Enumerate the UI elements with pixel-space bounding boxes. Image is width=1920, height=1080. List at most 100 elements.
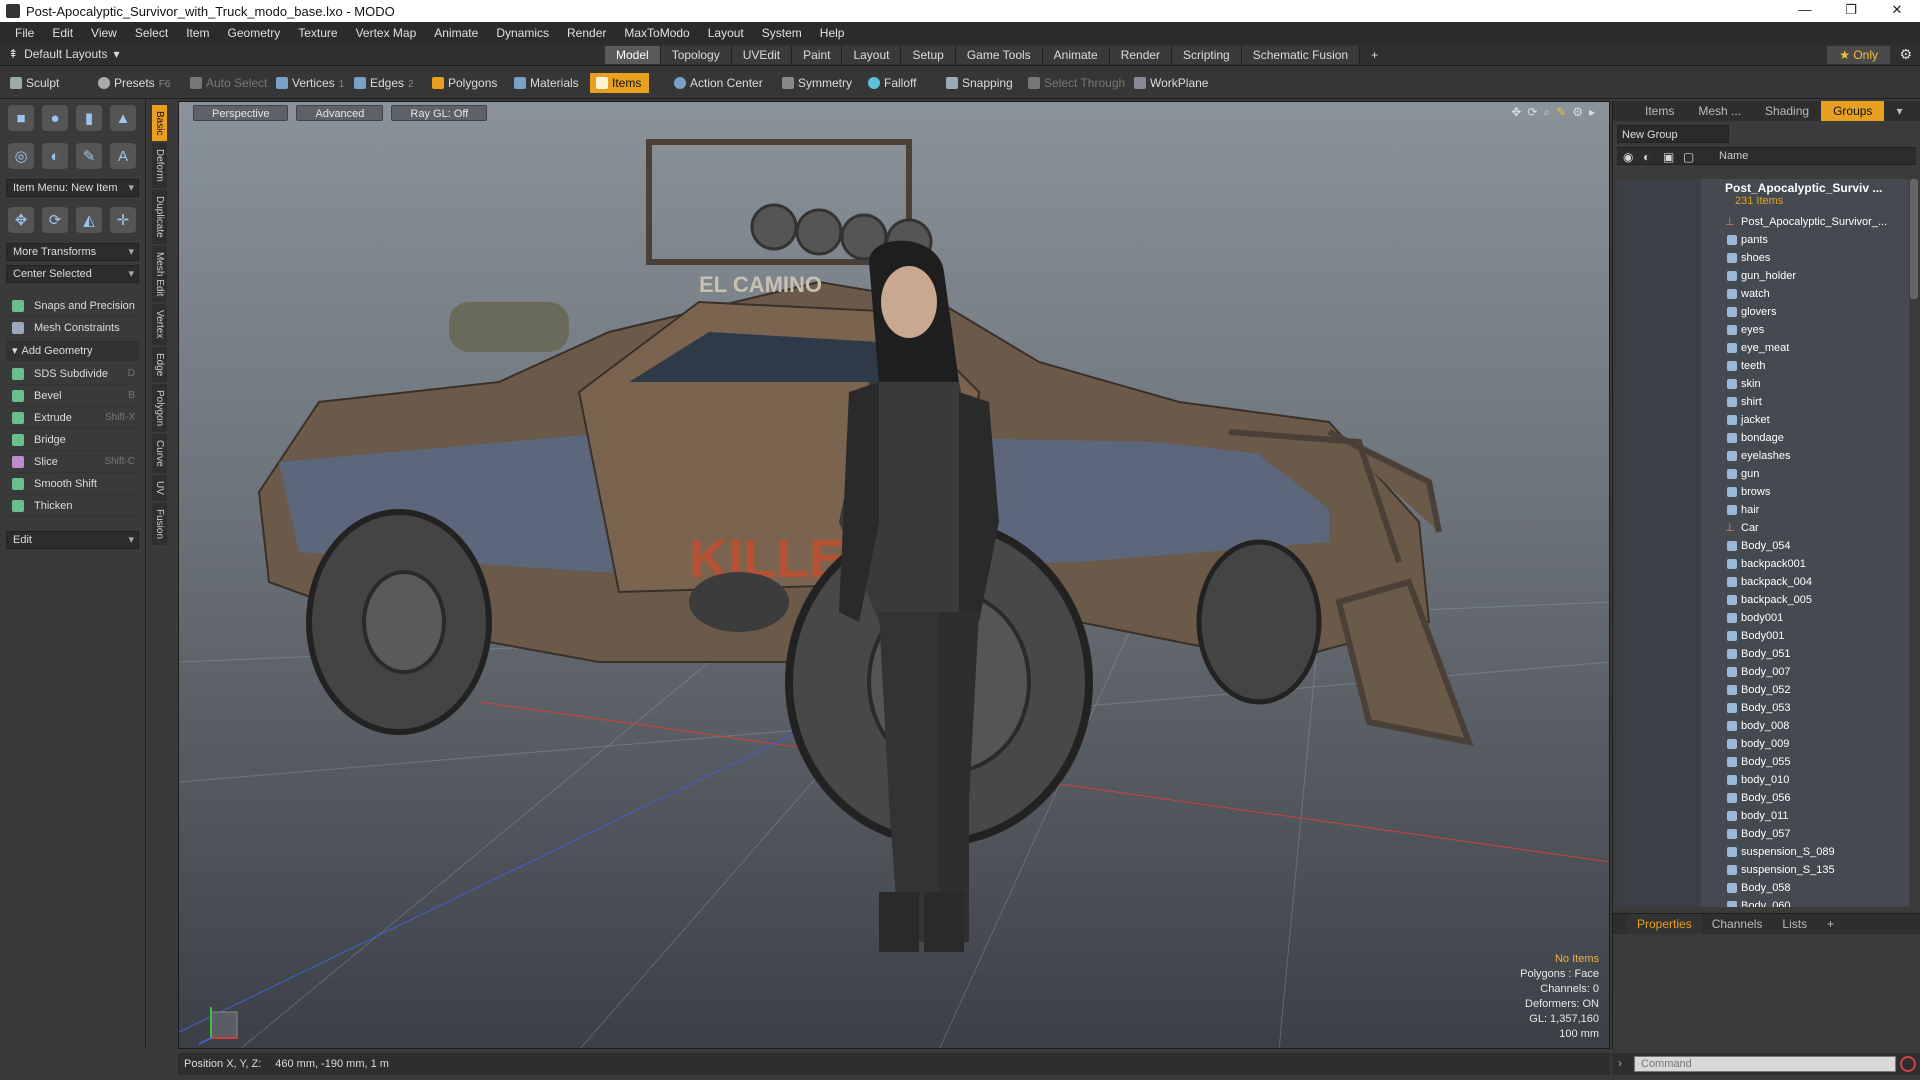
gear-icon[interactable]: ⚙ <box>1899 46 1912 63</box>
pan-icon[interactable]: ✥ <box>1511 105 1521 120</box>
list-item[interactable]: glovers <box>1617 303 1909 321</box>
tab-mesh[interactable]: Mesh ... <box>1686 101 1753 121</box>
mesh-constraints-button[interactable]: Mesh Constraints <box>6 317 139 339</box>
extrude-button[interactable]: Extrude Shift-X <box>6 407 139 429</box>
scale-icon[interactable]: ◭ <box>76 207 102 233</box>
list-item[interactable]: Body001 <box>1617 627 1909 645</box>
menu-animate[interactable]: Animate <box>425 26 487 40</box>
chevron-down-icon[interactable]: ▾ <box>1884 101 1914 121</box>
menu-file[interactable]: File <box>6 26 43 40</box>
command-input[interactable] <box>1634 1056 1896 1072</box>
list-item[interactable]: shoes <box>1617 249 1909 267</box>
vtab-edge[interactable]: Edge <box>152 346 167 383</box>
bevel-button[interactable]: Bevel B <box>6 385 139 407</box>
3d-viewport[interactable]: EL CAMINO KILLER Perspective Advanced Ra… <box>178 101 1610 1049</box>
vtab-uv[interactable]: UV <box>152 474 167 501</box>
slice-button[interactable]: Slice Shift-C <box>6 451 139 473</box>
snaps-precision-button[interactable]: Snaps and Precision <box>6 295 139 317</box>
tab-setup[interactable]: Setup <box>901 46 956 64</box>
list-item[interactable]: Body_060 <box>1617 897 1909 907</box>
list-item[interactable]: ⊥ Car <box>1617 519 1909 537</box>
auto-select-button[interactable]: Auto Select <box>184 73 275 93</box>
sculpt-button[interactable]: Sculpt <box>4 73 67 93</box>
list-item[interactable]: eyes <box>1617 321 1909 339</box>
tab-properties[interactable]: Properties <box>1627 914 1702 934</box>
menu-texture[interactable]: Texture <box>289 26 346 40</box>
tab-items[interactable]: Items <box>1633 101 1686 121</box>
list-item[interactable]: Body_007 <box>1617 663 1909 681</box>
list-item[interactable]: ⊥ Post_Apocalyptic_Survivor_... <box>1617 213 1909 231</box>
items-button[interactable]: Items <box>590 73 650 93</box>
list-item[interactable]: backpack_004 <box>1617 573 1909 591</box>
list-item[interactable]: brows <box>1617 483 1909 501</box>
maximize-button[interactable]: ❐ <box>1828 0 1874 22</box>
snapping-button[interactable]: Snapping <box>940 73 1021 93</box>
vtab-basic[interactable]: Basic <box>152 105 167 142</box>
list-item[interactable]: Body_056 <box>1617 789 1909 807</box>
center-selected-dropdown[interactable]: Center Selected <box>6 265 139 283</box>
menu-layout[interactable]: Layout <box>699 26 753 40</box>
capsule-icon[interactable]: ◐ <box>42 143 68 169</box>
vertices-button[interactable]: Vertices 1 <box>270 73 352 93</box>
menu-render[interactable]: Render <box>558 26 615 40</box>
tab-layout[interactable]: Layout <box>842 46 902 64</box>
select-through-button[interactable]: Select Through <box>1022 73 1133 93</box>
brush-icon[interactable]: ✎ <box>1556 105 1566 120</box>
gear-icon[interactable]: ⚙ <box>1572 105 1583 120</box>
thicken-button[interactable]: Thicken <box>6 495 139 517</box>
tab-uvedit[interactable]: UVEdit <box>731 46 793 64</box>
record-icon[interactable] <box>1900 1056 1916 1072</box>
vtab-deform[interactable]: Deform <box>152 143 167 189</box>
rotate-icon[interactable]: ⟳ <box>42 207 68 233</box>
list-item[interactable]: skin <box>1617 375 1909 393</box>
list-item[interactable]: watch <box>1617 285 1909 303</box>
list-item[interactable]: backpack_005 <box>1617 591 1909 609</box>
list-item[interactable]: suspension_S_089 <box>1617 843 1909 861</box>
view-mode-dropdown[interactable]: Perspective <box>193 105 289 121</box>
list-item[interactable]: gun <box>1617 465 1909 483</box>
tab-schematic-fusion[interactable]: Schematic Fusion <box>1241 46 1361 64</box>
menu-vertex-map[interactable]: Vertex Map <box>347 26 426 40</box>
list-item[interactable]: gun_holder <box>1617 267 1909 285</box>
vtab-vertex[interactable]: Vertex <box>152 304 167 345</box>
vtab-duplicate[interactable]: Duplicate <box>152 190 167 244</box>
tab-render[interactable]: Render <box>1109 46 1173 64</box>
close-button[interactable]: ✕ <box>1874 0 1920 22</box>
add-tab-button[interactable]: + <box>1817 914 1844 934</box>
new-group-button[interactable]: New Group <box>1617 125 1729 143</box>
workplane-button[interactable]: WorkPlane <box>1128 73 1216 93</box>
sds-subdivide-button[interactable]: SDS Subdivide D <box>6 363 139 385</box>
tab-model[interactable]: Model <box>605 46 661 64</box>
list-item[interactable]: Body_051 <box>1617 645 1909 663</box>
polygons-button[interactable]: Polygons <box>426 73 505 93</box>
list-item[interactable]: body_010 <box>1617 771 1909 789</box>
list-item[interactable]: eyelashes <box>1617 447 1909 465</box>
smooth-shift-button[interactable]: Smooth Shift <box>6 473 139 495</box>
bridge-button[interactable]: Bridge <box>6 429 139 451</box>
menu-select[interactable]: Select <box>126 26 177 40</box>
menu-help[interactable]: Help <box>811 26 854 40</box>
falloff-button[interactable]: Falloff <box>862 73 924 93</box>
raygl-toggle[interactable]: Ray GL: Off <box>391 105 488 121</box>
pen-icon[interactable]: ✎ <box>76 143 102 169</box>
vtab-polygon[interactable]: Polygon <box>152 384 167 433</box>
cylinder-icon[interactable]: ▮ <box>76 105 102 131</box>
menu-maxtomodo[interactable]: MaxToModo <box>615 26 698 40</box>
render-icon[interactable]: ◐ <box>1643 150 1650 164</box>
list-item[interactable]: eye_meat <box>1617 339 1909 357</box>
cone-icon[interactable]: ▲ <box>110 105 136 131</box>
select-icon[interactable]: ▢ <box>1683 150 1694 164</box>
move-icon[interactable]: ✥ <box>8 207 34 233</box>
menu-geometry[interactable]: Geometry <box>219 26 290 40</box>
list-item[interactable]: pants <box>1617 231 1909 249</box>
list-item[interactable]: body_008 <box>1617 717 1909 735</box>
menu-dynamics[interactable]: Dynamics <box>487 26 558 40</box>
menu-edit[interactable]: Edit <box>43 26 82 40</box>
list-item[interactable]: hair <box>1617 501 1909 519</box>
list-item[interactable]: Body_053 <box>1617 699 1909 717</box>
text-icon[interactable]: A <box>110 143 136 169</box>
list-item[interactable]: shirt <box>1617 393 1909 411</box>
zoom-icon[interactable]: ⌕ <box>1543 105 1550 120</box>
torus-icon[interactable]: ◎ <box>8 143 34 169</box>
lock-icon[interactable]: ▣ <box>1663 150 1674 164</box>
